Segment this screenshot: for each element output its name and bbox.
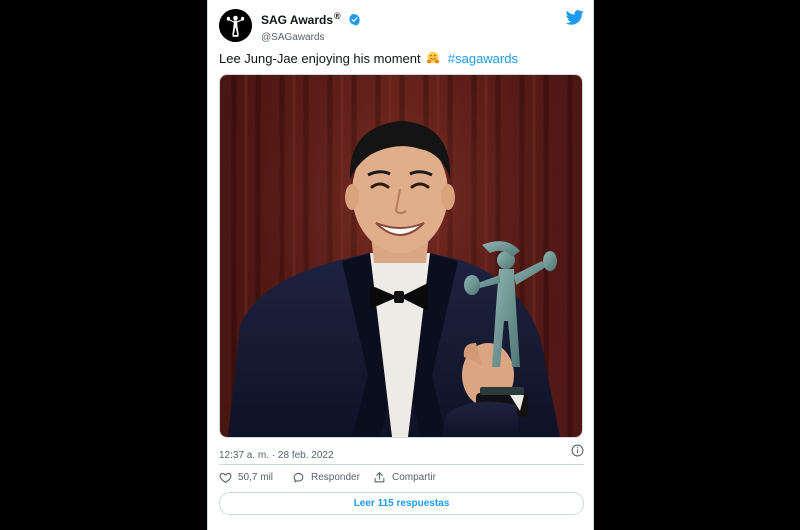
comment-icon bbox=[293, 472, 304, 483]
hugging-face-emoji bbox=[427, 51, 440, 64]
share-icon bbox=[374, 472, 385, 483]
like-button[interactable]: 50,7 mil bbox=[219, 471, 273, 484]
tweet-photo[interactable] bbox=[219, 74, 583, 438]
photo-image bbox=[220, 75, 582, 437]
share-button[interactable]: Compartir bbox=[373, 471, 436, 484]
author-block[interactable]: SAG Awards® @SAGawards bbox=[261, 11, 361, 43]
tweet-header: SAG Awards® @SAGawards bbox=[219, 9, 584, 43]
tweet-card: SAG Awards® @SAGawards Lee Jung-Jae enjo… bbox=[207, 0, 594, 530]
tweet-text: Lee Jung-Jae enjoying his moment #sagawa… bbox=[219, 51, 518, 66]
display-name[interactable]: SAG Awards bbox=[261, 13, 333, 27]
reply-button[interactable]: Responder bbox=[292, 471, 360, 484]
handle[interactable]: @SAGawards bbox=[261, 32, 361, 43]
reply-label: Responder bbox=[311, 472, 360, 483]
divider bbox=[219, 464, 584, 465]
avatar[interactable] bbox=[219, 9, 252, 42]
timestamp-row: 12:37 a. m. · 28 feb. 2022 bbox=[219, 444, 584, 461]
tweet-body: Lee Jung-Jae enjoying his moment bbox=[219, 51, 421, 66]
hashtag-link[interactable]: #sagawards bbox=[448, 51, 518, 66]
verified-badge-icon bbox=[349, 14, 361, 26]
twitter-bird-icon[interactable] bbox=[566, 10, 584, 25]
sag-actor-logo-icon bbox=[219, 9, 252, 42]
registered-mark: ® bbox=[334, 11, 341, 21]
read-replies-button[interactable]: Leer 115 respuestas bbox=[219, 492, 584, 515]
share-label: Compartir bbox=[392, 472, 436, 483]
like-count: 50,7 mil bbox=[238, 472, 274, 483]
tweet-timestamp[interactable]: 12:37 a. m. · 28 feb. 2022 bbox=[219, 450, 334, 461]
info-icon[interactable] bbox=[571, 444, 584, 457]
action-bar: 50,7 mil Responder Compartir bbox=[219, 471, 584, 487]
heart-icon bbox=[219, 472, 232, 484]
